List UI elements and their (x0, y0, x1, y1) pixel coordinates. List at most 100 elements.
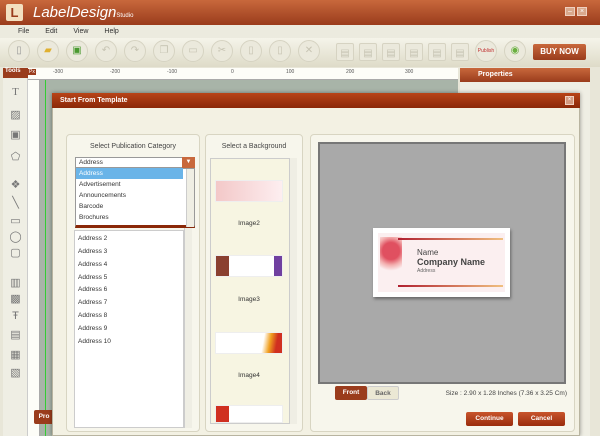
layers-tool-icon[interactable]: ▤ (8, 328, 23, 342)
app-logo: L (6, 4, 23, 21)
label-preview: Name Company Name Address (373, 228, 510, 297)
copy-icon[interactable]: ❐ (153, 40, 175, 62)
undo-icon[interactable]: ↶ (95, 40, 117, 62)
dropdown-option[interactable]: Brochures (76, 212, 183, 223)
app-subtitle: Studio (116, 13, 134, 19)
list-item[interactable]: Address 8 (78, 312, 107, 319)
background-label: Image2 (238, 220, 260, 227)
duplicate-icon[interactable]: ▯ (240, 40, 262, 62)
ruler-tick: 0 (231, 69, 234, 75)
image-frame-tool-icon[interactable]: ▩ (8, 292, 23, 306)
list-item[interactable]: Address 2 (78, 235, 107, 242)
continue-button[interactable]: Continue (466, 412, 513, 426)
image-tool-icon[interactable]: ▨ (8, 108, 23, 122)
background-thumbnail[interactable] (215, 180, 283, 202)
dialog-close-button[interactable]: × (565, 96, 574, 105)
buy-now-button[interactable]: BUY NOW (533, 44, 586, 60)
close-button[interactable]: × (577, 7, 587, 16)
list-item[interactable]: Address 9 (78, 325, 107, 332)
dropdown-option[interactable]: Advertisement (76, 179, 183, 190)
menu-file[interactable]: File (18, 28, 29, 35)
publish-icon[interactable]: Publish (475, 40, 497, 62)
vertical-ruler (28, 80, 40, 436)
text-tool-icon[interactable]: T (8, 86, 23, 100)
ruler-tick: 300 (405, 69, 414, 75)
dropdown-option[interactable]: Barcode (76, 201, 183, 212)
line-tool-icon[interactable]: ╲ (8, 196, 23, 210)
barcode-tool-icon[interactable]: ▥ (8, 276, 23, 290)
rectangle-tool-icon[interactable]: ▭ (8, 214, 23, 228)
properties-header[interactable]: Properties (460, 68, 590, 82)
ruler-tick: -200 (110, 69, 121, 75)
menu-bar: File Edit View Help (0, 25, 600, 38)
picture-tool-icon[interactable]: ▣ (8, 128, 23, 142)
label-name: Name (417, 248, 439, 257)
horizontal-ruler: Px -300 -200 -100 0 100 200 300 (28, 68, 458, 80)
redo-icon[interactable]: ↷ (124, 40, 146, 62)
menu-help[interactable]: Help (104, 28, 118, 35)
align-middle-icon[interactable]: ▤ (428, 43, 446, 61)
chevron-down-icon[interactable]: ▼ (182, 157, 195, 168)
background-header: Select a Background (221, 143, 287, 150)
list-item[interactable]: Address 6 (78, 286, 107, 293)
text-frame-tool-icon[interactable]: Ŧ (8, 310, 23, 324)
ruler-tick: 100 (286, 69, 295, 75)
background-thumbnail[interactable] (215, 255, 283, 277)
ruler-unit: Px (28, 69, 36, 75)
decor-line (398, 238, 503, 240)
background-thumbnail[interactable] (215, 405, 283, 423)
guide-line (45, 80, 46, 436)
cancel-button[interactable]: Cancel (518, 412, 565, 426)
list-item[interactable]: Address 7 (78, 299, 107, 306)
label-company: Company Name (417, 257, 486, 267)
align-center-icon[interactable]: ▤ (359, 43, 377, 61)
dropdown-option[interactable]: Address (76, 168, 183, 179)
share-icon[interactable]: ◉ (504, 40, 526, 62)
category-dropdown[interactable]: Address (75, 157, 195, 168)
dropdown-scrollbar[interactable] (186, 169, 194, 227)
list-item[interactable]: Address 3 (78, 248, 107, 255)
align-bottom-icon[interactable]: ▤ (451, 43, 469, 61)
paste-icon[interactable]: ▭ (182, 40, 204, 62)
save-icon[interactable]: ▣ (66, 40, 88, 62)
flower-image (380, 237, 402, 277)
clipboard-icon[interactable]: ▯ (269, 40, 291, 62)
publish-label: Publish (477, 48, 495, 54)
cut-icon[interactable]: ✂ (211, 40, 233, 62)
background-label: Image4 (238, 372, 260, 379)
ruler-tick: -100 (167, 69, 178, 75)
grid-tool-icon[interactable]: ▦ (8, 348, 23, 362)
back-tab[interactable]: Back (367, 386, 399, 400)
menu-view[interactable]: View (73, 28, 88, 35)
menu-edit[interactable]: Edit (45, 28, 57, 35)
dialog-title: Start From Template (52, 93, 580, 108)
shape-tool-icon[interactable]: ⬠ (8, 150, 23, 164)
clipart-tool-icon[interactable]: ❖ (8, 178, 23, 192)
background-scrollbar[interactable] (289, 158, 297, 424)
front-tab[interactable]: Front (335, 386, 367, 400)
background-label: Image3 (238, 296, 260, 303)
app-title: LabelDesignStudio (33, 4, 133, 21)
open-icon[interactable]: ▰ (37, 40, 59, 62)
delete-icon[interactable]: ✕ (298, 40, 320, 62)
ruler-tick: 200 (346, 69, 355, 75)
crop-tool-icon[interactable]: ▧ (8, 366, 23, 380)
bottom-button[interactable]: Pro (34, 410, 54, 424)
background-thumbnail[interactable] (215, 332, 283, 354)
align-left-icon[interactable]: ▤ (336, 43, 354, 61)
list-item[interactable]: Address 10 (78, 338, 111, 345)
list-item[interactable]: Address 5 (78, 274, 107, 281)
tools-header: Tools (3, 68, 28, 78)
new-icon[interactable]: ▯ (8, 40, 30, 62)
size-info: Size : 2.90 x 1.28 Inches (7.36 x 3.25 C… (445, 390, 567, 397)
align-right-icon[interactable]: ▤ (382, 43, 400, 61)
list-item[interactable]: Address 4 (78, 261, 107, 268)
category-header: Select Publication Category (90, 143, 176, 150)
rounded-rect-tool-icon[interactable]: ▢ (8, 246, 23, 260)
ruler-tick: -300 (53, 69, 64, 75)
minimize-button[interactable]: – (565, 7, 575, 16)
ellipse-tool-icon[interactable]: ◯ (8, 230, 23, 244)
app-title-text: LabelDesign (33, 4, 117, 21)
align-top-icon[interactable]: ▤ (405, 43, 423, 61)
dropdown-option[interactable]: Announcements (76, 190, 183, 201)
